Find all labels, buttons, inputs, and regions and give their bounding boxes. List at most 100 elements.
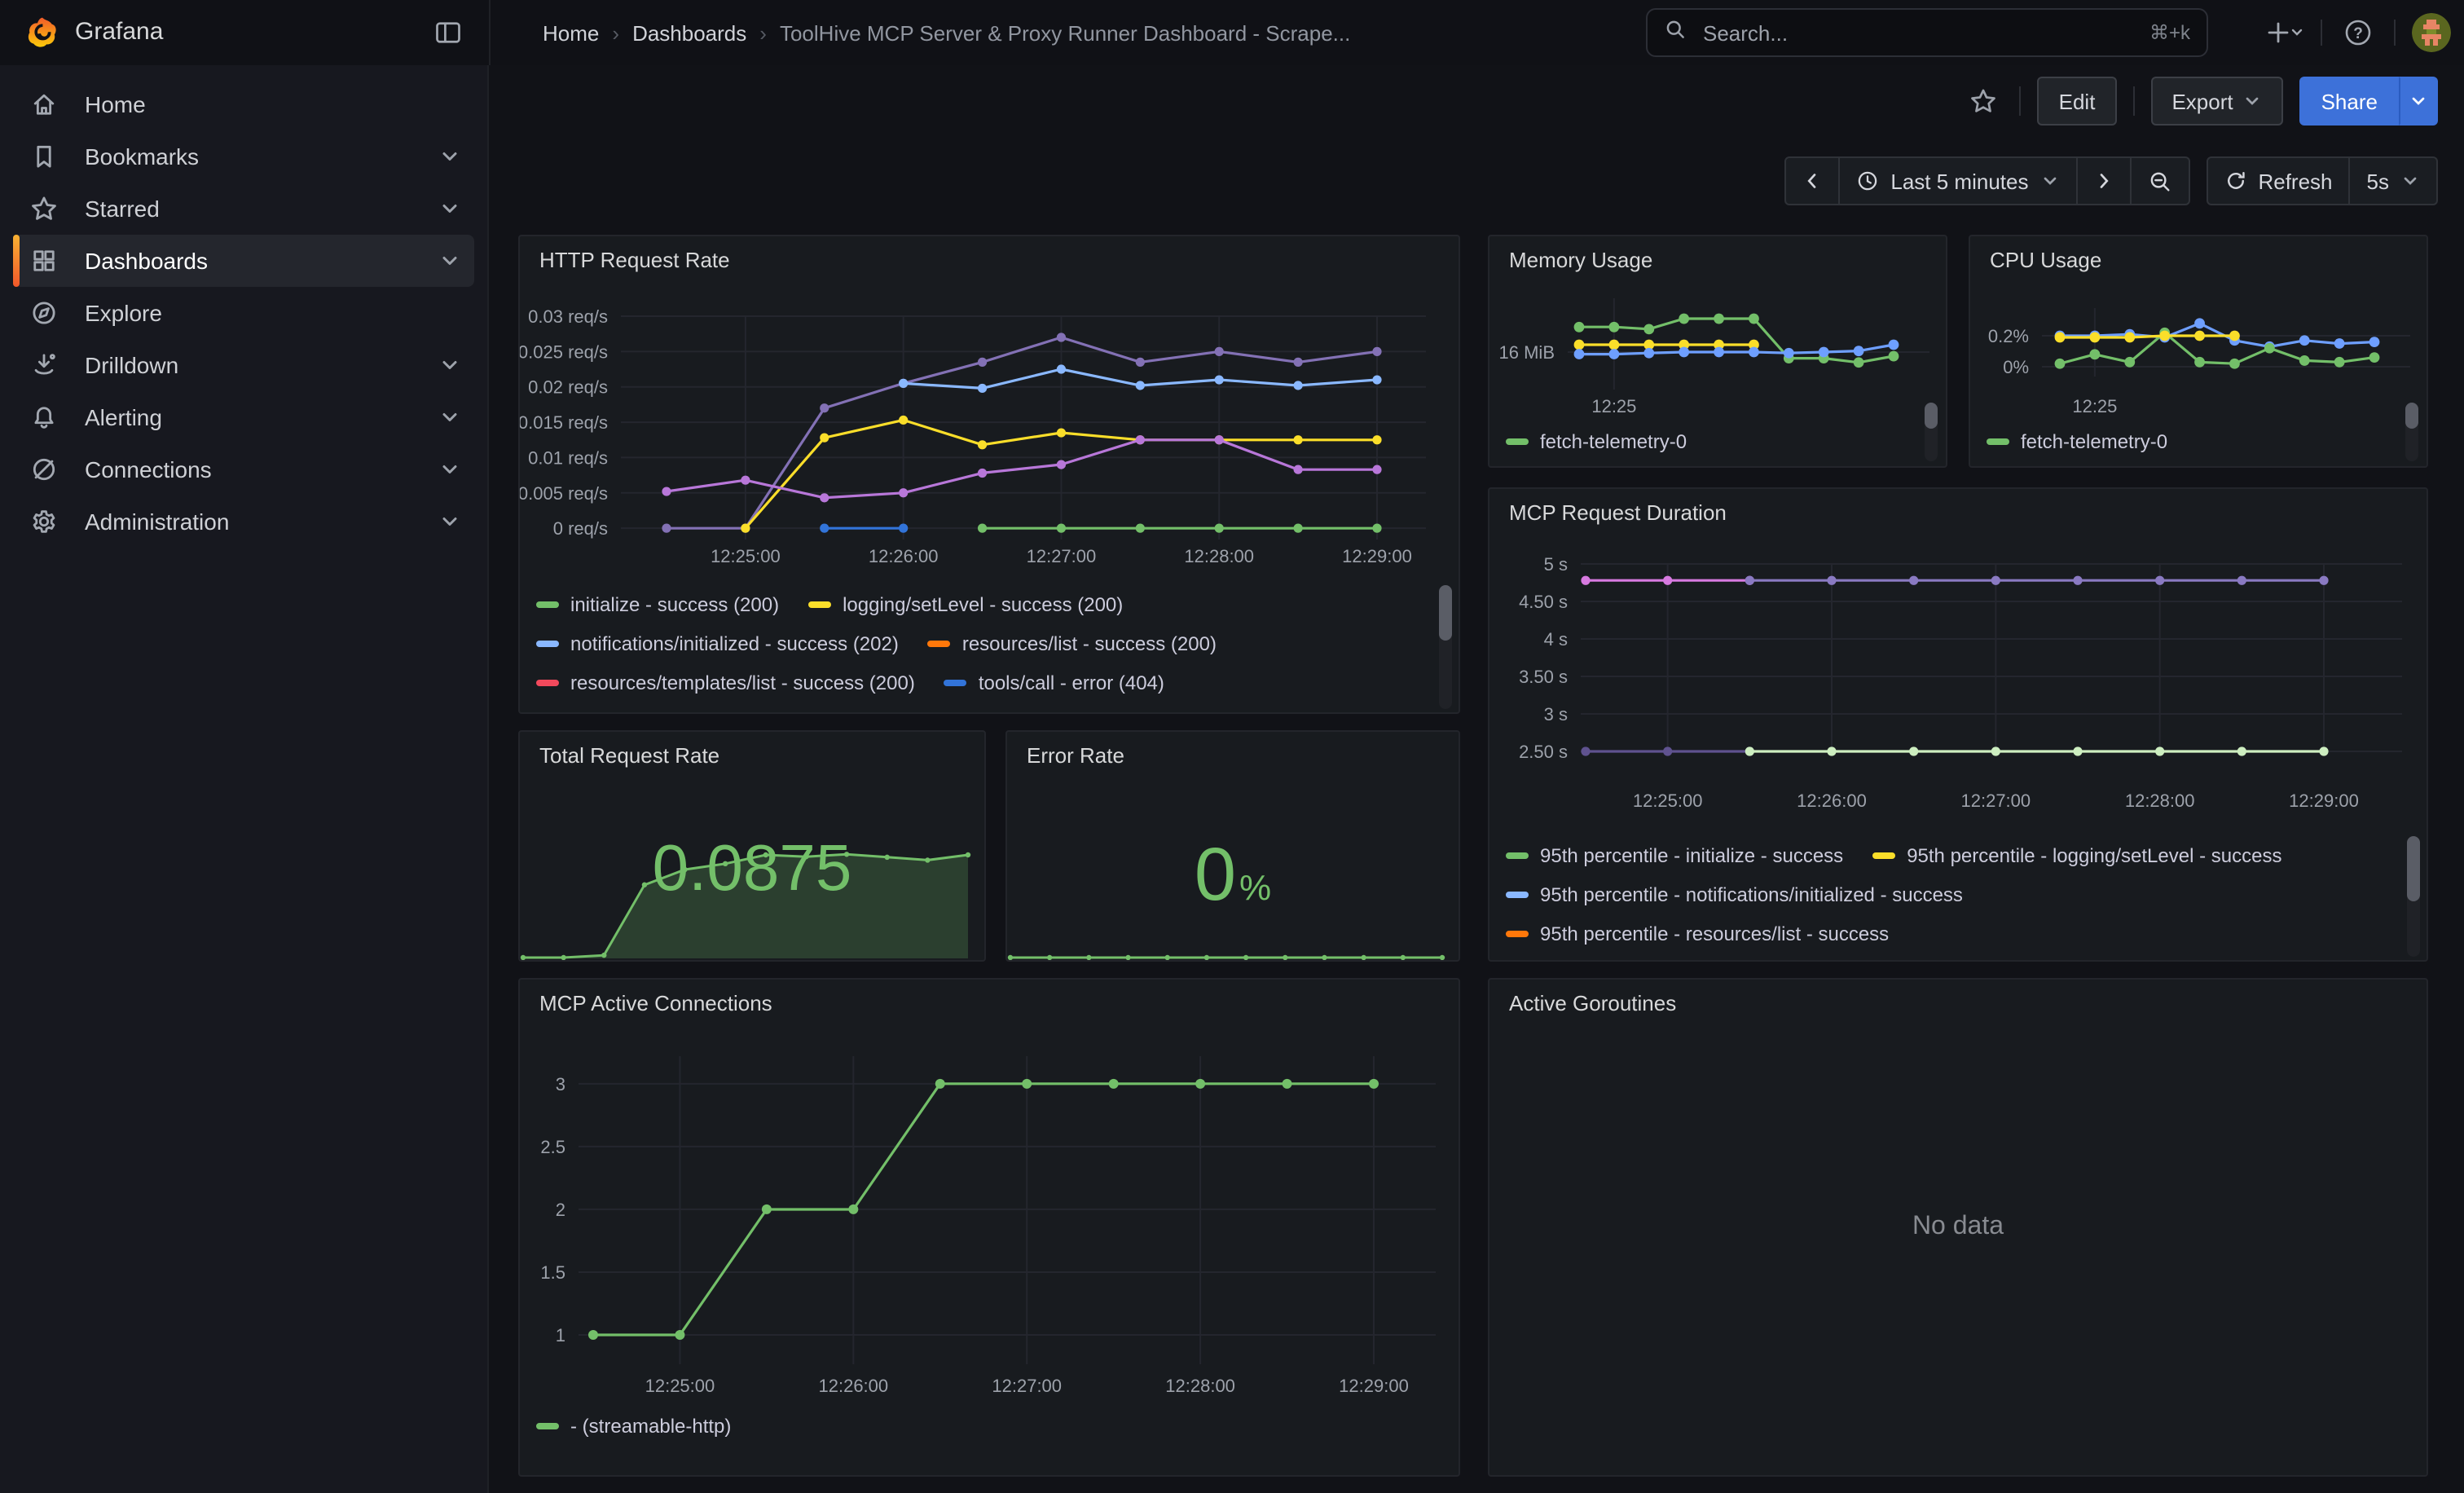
svg-text:3: 3 [556, 1074, 565, 1094]
legend-item[interactable]: 95th percentile - logging/setLevel - suc… [1872, 844, 2281, 867]
svg-text:12:27:00: 12:27:00 [1961, 791, 2031, 811]
divider [2321, 20, 2322, 46]
panel-title[interactable]: Active Goroutines [1509, 991, 1676, 1015]
time-controls: Last 5 minutes Refresh [1784, 156, 2438, 205]
breadcrumb-item[interactable]: ToolHive MCP Server & Proxy Runner Dashb… [780, 20, 1350, 45]
panel-active-goroutines: Active Goroutines No data [1488, 978, 2428, 1477]
legend-scrollbar[interactable] [1439, 585, 1452, 709]
svg-text:0.01 req/s: 0.01 req/s [528, 447, 608, 468]
legend-item[interactable]: resources/list - success (200) [928, 632, 1217, 655]
panel-title[interactable]: MCP Request Duration [1509, 500, 1727, 525]
legend-scrollbar[interactable] [2405, 403, 2418, 461]
legend-item[interactable]: 95th percentile - initialize - success [1506, 844, 1843, 867]
legend-item[interactable]: - (streamable-http) [536, 1415, 731, 1438]
legend-scrollbar[interactable] [2407, 836, 2420, 957]
chevron-down-icon[interactable] [438, 145, 461, 168]
legend-item[interactable]: tools/call - error (404) [944, 672, 1164, 694]
user-avatar[interactable] [2412, 13, 2451, 52]
sidebar-item-dashboards[interactable]: Dashboards [13, 235, 474, 287]
panel-memory-usage: Memory Usage 16 MiB12:25 fetch-telemetry… [1488, 235, 1947, 468]
legend-item[interactable]: 95th percentile - notifications/initiali… [1506, 883, 1963, 906]
legend-label: initialize - success (200) [570, 593, 779, 616]
legend-item[interactable]: initialize - success (200) [536, 593, 779, 616]
export-button[interactable]: Export [2150, 77, 2283, 126]
time-series-chart[interactable]: 0.2%0%12:25 [1970, 279, 2427, 425]
divider [2132, 86, 2134, 116]
panel-title[interactable]: Total Request Rate [539, 743, 719, 768]
chevron-down-icon[interactable] [438, 458, 461, 481]
time-back-button[interactable] [1784, 156, 1840, 205]
add-menu-button[interactable] [2265, 13, 2304, 52]
sidebar-item-label: Connections [85, 456, 212, 482]
svg-text:3.50 s: 3.50 s [1519, 667, 1568, 687]
svg-text:1: 1 [556, 1325, 565, 1345]
grafana-logo-icon [26, 16, 59, 49]
breadcrumb-item[interactable]: Dashboards [632, 20, 746, 45]
time-series-chart[interactable]: 0 req/s0.005 req/s0.01 req/s0.015 req/s0… [520, 279, 1459, 582]
time-forward-button[interactable] [2077, 156, 2131, 205]
zoom-out-button[interactable] [2131, 156, 2189, 205]
sidebar-item-explore[interactable]: Explore [13, 287, 474, 339]
svg-text:12:28:00: 12:28:00 [2125, 791, 2195, 811]
legend-item[interactable]: notifications/initialized - success (202… [536, 632, 899, 655]
legend-item[interactable]: 95th percentile - resources/list - succe… [1506, 923, 1889, 945]
legend-scrollbar[interactable] [1925, 403, 1938, 461]
legend-swatch [1506, 892, 1529, 898]
legend-item[interactable]: tools/call - success (200) [536, 711, 785, 714]
panel-title[interactable]: MCP Active Connections [539, 991, 772, 1015]
svg-text:?: ? [2353, 25, 2363, 42]
sparkline-chart [1007, 944, 1459, 960]
sidebar-item-bookmarks[interactable]: Bookmarks [13, 130, 474, 183]
gear-icon [29, 507, 59, 536]
share-button[interactable]: Share [2300, 77, 2399, 126]
help-icon[interactable]: ? [2339, 13, 2378, 52]
sidebar-item-alerting[interactable]: Alerting [13, 391, 474, 443]
legend-swatch [928, 641, 951, 647]
search-box[interactable]: ⌘+k [1646, 8, 2208, 57]
time-range-picker[interactable]: Last 5 minutes [1840, 156, 2077, 205]
legend-label: resources/list - success (200) [962, 632, 1217, 655]
breadcrumb-item[interactable]: Home [543, 20, 599, 45]
time-series-chart[interactable]: 5 s4.50 s4 s3.50 s3 s2.50 s12:25:0012:26… [1489, 531, 2427, 833]
panel-title[interactable]: Error Rate [1027, 743, 1124, 768]
svg-text:12:26:00: 12:26:00 [869, 546, 939, 566]
chevron-down-icon[interactable] [438, 406, 461, 429]
legend-item[interactable]: tools/list - success (200) [815, 711, 1058, 714]
legend: initialize - success (200) logging/setLev… [536, 585, 1429, 714]
sidebar-item-label: Administration [85, 509, 229, 535]
legend-item[interactable]: resources/templates/list - success (200) [536, 672, 915, 694]
legend-label: resources/templates/list - success (200) [570, 672, 915, 694]
legend-label: tools/list - success (200) [849, 711, 1058, 714]
time-series-chart[interactable]: 11.522.5312:25:0012:26:0012:27:0012:28:0… [520, 1022, 1459, 1397]
refresh-button[interactable]: Refresh [2206, 156, 2350, 205]
chevron-down-icon[interactable] [438, 510, 461, 533]
share-dropdown-button[interactable] [2399, 77, 2438, 126]
chevron-down-icon[interactable] [438, 197, 461, 220]
chevron-down-icon[interactable] [438, 354, 461, 377]
sidebar-item-starred[interactable]: Starred [13, 183, 474, 235]
time-series-chart[interactable]: 16 MiB12:25 [1489, 279, 1946, 425]
panel-title[interactable]: CPU Usage [1990, 248, 2101, 272]
topnav-actions: ? [2265, 0, 2451, 65]
chevron-down-icon[interactable] [438, 249, 461, 272]
panel-title[interactable]: Memory Usage [1509, 248, 1652, 272]
panel-title[interactable]: HTTP Request Rate [539, 248, 730, 272]
legend-item[interactable]: fetch-telemetry-0 [1987, 430, 2167, 453]
sidebar-item-drilldown[interactable]: Drilldown [13, 339, 474, 391]
legend-item[interactable]: logging/setLevel - success (200) [808, 593, 1123, 616]
edit-button[interactable]: Edit [2038, 77, 2117, 126]
legend-item[interactable]: unknown - success (200) [1089, 711, 1340, 714]
legend-item[interactable]: fetch-telemetry-0 [1506, 430, 1687, 453]
legend-swatch [536, 641, 559, 647]
sidebar-item-connections[interactable]: Connections [13, 443, 474, 495]
dock-sidebar-icon[interactable] [433, 18, 463, 47]
top-navbar: Grafana Home›Dashboards›ToolHive MCP Ser… [0, 0, 2464, 67]
search-icon [1664, 17, 1687, 48]
sidebar-item-administration[interactable]: Administration [13, 495, 474, 548]
favorite-star-icon[interactable] [1965, 81, 2004, 121]
search-input[interactable] [1700, 19, 2136, 46]
refresh-interval-dropdown[interactable]: 5s [2351, 156, 2438, 205]
sidebar-item-home[interactable]: Home [13, 78, 474, 130]
svg-text:0.025 req/s: 0.025 req/s [520, 341, 608, 362]
panel-http-request-rate: HTTP Request Rate 0 req/s0.005 req/s0.01… [518, 235, 1460, 714]
